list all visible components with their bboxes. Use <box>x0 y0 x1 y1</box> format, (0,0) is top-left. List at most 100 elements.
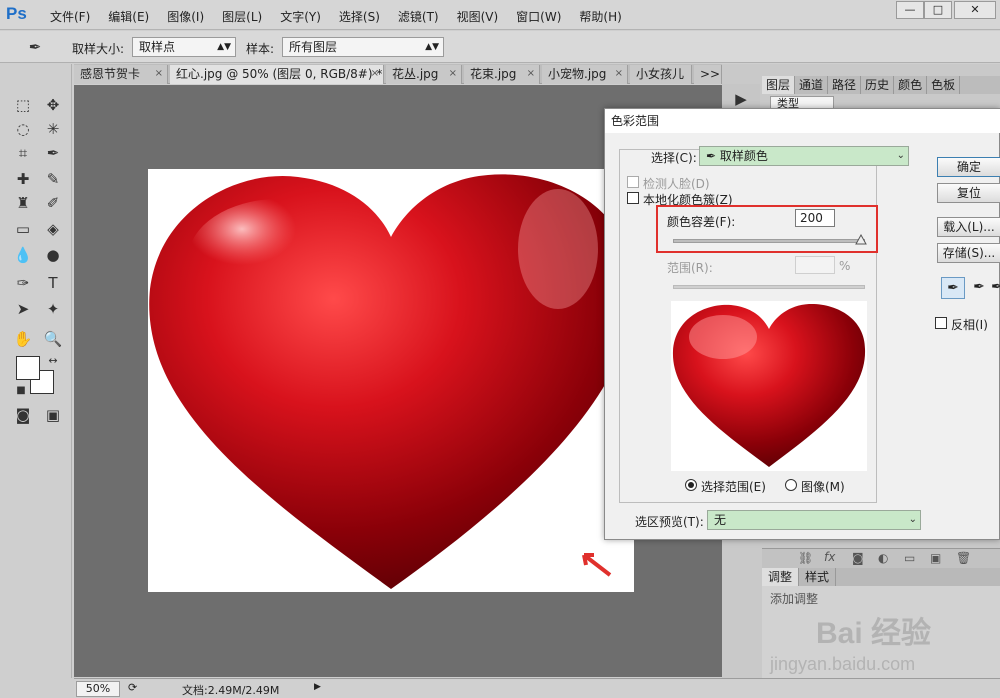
heart-image <box>149 174 634 589</box>
select-combo[interactable]: ✒ 取样颜色 ⌄ <box>699 146 909 166</box>
default-colors-icon[interactable]: ■ <box>8 380 34 402</box>
new-layer-icon[interactable]: ▣ <box>930 551 941 565</box>
swap-colors-icon[interactable]: ↔ <box>40 350 66 372</box>
blur-tool-icon[interactable]: 💧 <box>10 244 36 266</box>
eraser-tool-icon[interactable]: ▭ <box>10 218 36 240</box>
layers-panel-footer: ⛓ fx ◙ ◐ ▭ ▣ 🗑 <box>762 548 1000 568</box>
tab-layers[interactable]: 图层 <box>762 76 796 94</box>
sample-select[interactable]: 所有图层 ▲▼ <box>282 37 444 57</box>
menu-filter[interactable]: 滤镜(T) <box>398 8 439 25</box>
screen-mode-icon[interactable]: ▣ <box>40 404 66 426</box>
chevron-down-icon: ▲▼ <box>217 42 231 52</box>
menu-select[interactable]: 选择(S) <box>339 8 380 25</box>
status-menu-icon[interactable]: ⟳ <box>128 681 137 694</box>
pen-tool-icon[interactable]: ✑ <box>10 272 36 294</box>
close-icon[interactable]: × <box>615 65 623 83</box>
custom-shape-tool-icon[interactable]: ✦ <box>40 298 66 320</box>
zoom-level[interactable]: 50% <box>76 681 120 697</box>
radio-image[interactable] <box>785 479 797 491</box>
menu-window[interactable]: 窗口(W) <box>516 8 561 25</box>
invert-checkbox[interactable] <box>935 317 947 329</box>
close-icon[interactable]: × <box>371 65 379 83</box>
tab-little-girl[interactable]: 小女孩儿 <box>630 65 692 84</box>
close-icon[interactable]: × <box>155 65 163 83</box>
path-selection-tool-icon[interactable]: ➤ <box>10 298 36 320</box>
lasso-tool-icon[interactable]: ◌ <box>10 118 36 140</box>
eyedropper-icon[interactable]: ✒ <box>941 277 965 299</box>
localized-clusters-checkbox[interactable] <box>627 192 639 204</box>
range-label: 范围(R): <box>667 261 713 275</box>
eyedropper-tool-icon[interactable]: ✒ <box>40 142 66 164</box>
menu-edit[interactable]: 编辑(E) <box>108 8 149 25</box>
tab-styles[interactable]: 样式 <box>799 568 837 586</box>
range-unit: % <box>839 259 851 273</box>
menu-view[interactable]: 视图(V) <box>457 8 499 25</box>
minimize-button[interactable]: — <box>896 1 924 19</box>
tab-heart[interactable]: 红心.jpg @ 50% (图层 0, RGB/8#) * × <box>170 65 384 84</box>
foreground-color-swatch[interactable] <box>16 356 40 380</box>
tab-adjustments[interactable]: 调整 <box>762 568 800 586</box>
reset-button[interactable]: 复位 <box>937 183 1000 203</box>
delete-layer-icon[interactable]: 🗑 <box>956 551 971 565</box>
status-arrow-icon[interactable]: ▶ <box>314 682 321 692</box>
link-layers-icon[interactable]: ⛓ <box>798 551 813 565</box>
maximize-button[interactable]: □ <box>924 1 952 19</box>
brush-tool-icon[interactable]: ✎ <box>40 168 66 190</box>
tools-panel: ⬚ ✥ ◌ ✳ ⌗ ✒ ✚ ✎ ♜ ✐ ▭ ◈ 💧 ● ✑ T ➤ ✦ ✋ 🔍 … <box>0 64 72 678</box>
tab-color[interactable]: 颜色 <box>894 76 928 94</box>
new-group-icon[interactable]: ▭ <box>904 551 915 565</box>
menu-help[interactable]: 帮助(H) <box>579 8 621 25</box>
close-icon[interactable]: × <box>527 65 535 83</box>
eyedropper-tool-preset-icon[interactable]: ✒ <box>22 36 48 58</box>
close-window-button[interactable]: ✕ <box>954 1 996 19</box>
subtract-from-sample-eyedropper-icon[interactable]: ✒ <box>991 277 1000 299</box>
chevron-down-icon: ▲▼ <box>425 42 439 52</box>
adjustments-panel-tabs: 调整 样式 <box>762 568 1000 586</box>
play-icon[interactable]: ▶ <box>728 88 754 110</box>
sample-size-select[interactable]: 取样点 ▲▼ <box>132 37 236 57</box>
add-to-sample-eyedropper-icon[interactable]: ✒ <box>967 277 991 299</box>
magic-wand-tool-icon[interactable]: ✳ <box>40 118 66 140</box>
menu-file[interactable]: 文件(F) <box>50 8 90 25</box>
quick-mask-icon[interactable]: ◙ <box>10 404 36 426</box>
tab-channels[interactable]: 通道 <box>795 76 829 94</box>
paint-bucket-tool-icon[interactable]: ◈ <box>40 218 66 240</box>
tab-thanksgiving-card[interactable]: 感恩节贺卡 × <box>74 65 168 84</box>
ok-button[interactable]: 确定 <box>937 157 1000 177</box>
menu-layer[interactable]: 图层(L) <box>222 8 262 25</box>
healing-brush-tool-icon[interactable]: ✚ <box>10 168 36 190</box>
hand-tool-icon[interactable]: ✋ <box>10 328 36 350</box>
type-tool-icon[interactable]: T <box>40 272 66 294</box>
clone-stamp-tool-icon[interactable]: ♜ <box>10 192 36 214</box>
tabs-overflow-button[interactable]: >> <box>694 65 722 84</box>
document-canvas[interactable] <box>148 169 634 592</box>
zoom-tool-icon[interactable]: 🔍 <box>40 328 66 350</box>
radio-selection[interactable] <box>685 479 697 491</box>
selection-preview-combo[interactable]: 无 ⌄ <box>707 510 921 530</box>
tab-history[interactable]: 历史 <box>861 76 895 94</box>
layer-mask-icon[interactable]: ◙ <box>852 551 864 565</box>
menu-image[interactable]: 图像(I) <box>167 8 204 25</box>
adjustment-layer-icon[interactable]: ◐ <box>878 551 888 565</box>
select-value: 取样颜色 <box>719 149 768 163</box>
document-tabs: 感恩节贺卡 × 红心.jpg @ 50% (图层 0, RGB/8#) * × 花丛… <box>74 64 722 84</box>
load-button[interactable]: 载入(L)... <box>937 217 1000 237</box>
save-button[interactable]: 存储(S)... <box>937 243 1000 263</box>
detect-faces-label: 检测人脸(D) <box>643 177 710 191</box>
tab-flowers[interactable]: 花丛.jpg × <box>386 65 462 84</box>
close-icon[interactable]: × <box>449 65 457 83</box>
marquee-tool-icon[interactable]: ⬚ <box>10 94 36 116</box>
crop-tool-icon[interactable]: ⌗ <box>10 142 36 164</box>
detect-faces-checkbox[interactable] <box>627 176 639 188</box>
tab-paths[interactable]: 路径 <box>828 76 862 94</box>
tab-bouquet[interactable]: 花束.jpg × <box>464 65 540 84</box>
tab-label: 小宠物.jpg <box>548 67 607 81</box>
tab-pet[interactable]: 小宠物.jpg × <box>542 65 628 84</box>
dodge-tool-icon[interactable]: ● <box>40 244 66 266</box>
sample-value: 所有图层 <box>289 40 338 54</box>
fx-icon[interactable]: fx <box>824 550 835 564</box>
move-tool-icon[interactable]: ✥ <box>40 94 66 116</box>
menu-type[interactable]: 文字(Y) <box>280 8 321 25</box>
tab-swatches[interactable]: 色板 <box>927 76 961 94</box>
history-brush-tool-icon[interactable]: ✐ <box>40 192 66 214</box>
